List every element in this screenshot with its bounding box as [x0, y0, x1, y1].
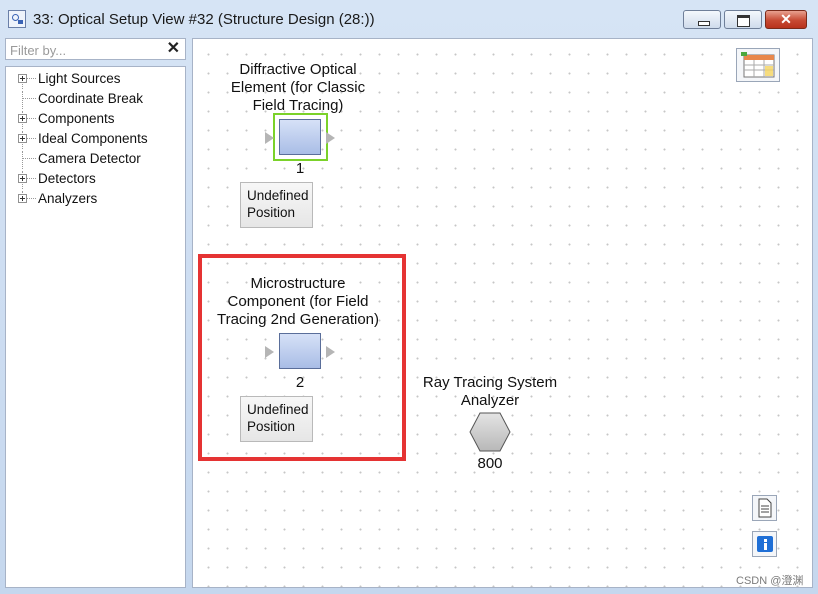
label-line: Element (for Classic	[230, 79, 366, 96]
expand-icon[interactable]	[18, 134, 27, 143]
expand-icon[interactable]	[18, 74, 27, 83]
position-line: Position	[247, 205, 296, 220]
label-line: Analyzer	[460, 392, 520, 409]
table-view-icon	[741, 52, 775, 78]
optical-setup-window: 33: Optical Setup View #32 (Structure De…	[0, 0, 818, 594]
tree-item-label: Ideal Components	[38, 131, 148, 146]
diffractive-optical-element-block[interactable]	[279, 119, 321, 155]
analyzer-number: 800	[477, 455, 503, 472]
tree-connector	[22, 151, 23, 169]
tree-connector	[22, 98, 36, 99]
tree-item-label: Camera Detector	[38, 151, 141, 166]
close-button[interactable]: ✕	[765, 10, 807, 29]
info-icon	[757, 536, 773, 552]
tree-item-label: Components	[38, 111, 115, 126]
tree-item-light-sources[interactable]: Light Sources	[6, 71, 184, 89]
title-bar[interactable]: 33: Optical Setup View #32 (Structure De…	[0, 0, 818, 38]
tree-connector	[27, 78, 36, 79]
maximize-button[interactable]	[724, 10, 762, 29]
tree-connector	[22, 158, 36, 159]
tree-item-coordinate-break[interactable]: Coordinate Break	[6, 91, 184, 109]
input-port-icon[interactable]	[265, 132, 274, 144]
expand-icon[interactable]	[18, 194, 27, 203]
document-icon	[758, 498, 772, 518]
table-view-button[interactable]	[736, 48, 780, 82]
highlight-annotation-box	[198, 254, 406, 461]
tree-item-components[interactable]: Components	[6, 111, 184, 129]
expand-icon[interactable]	[18, 114, 27, 123]
tree-connector	[22, 91, 23, 109]
component-1-label: Diffractive Optical Element (for Classic…	[212, 61, 384, 115]
tree-item-label: Detectors	[38, 171, 96, 186]
close-icon: ✕	[780, 11, 792, 27]
output-port-icon[interactable]	[326, 132, 335, 144]
document-button[interactable]	[752, 495, 777, 521]
tree-connector	[27, 178, 36, 179]
clear-filter-icon[interactable]: ✕	[167, 39, 180, 59]
watermark: CSDN @澄渊	[736, 575, 804, 587]
info-button[interactable]	[752, 531, 777, 557]
component-1-position-box[interactable]: Undefined Position	[240, 182, 313, 228]
tree-item-label: Analyzers	[38, 191, 98, 206]
tree-item-camera-detector[interactable]: Camera Detector	[6, 151, 184, 169]
filter-input[interactable]	[8, 40, 162, 60]
window-title: 33: Optical Setup View #32 (Structure De…	[33, 11, 375, 28]
minimize-icon	[698, 21, 710, 26]
filter-box: ✕	[5, 38, 186, 60]
tree-item-ideal-components[interactable]: Ideal Components	[6, 131, 184, 149]
tree-item-detectors[interactable]: Detectors	[6, 171, 184, 189]
analyzer-label: Ray Tracing System Analyzer	[405, 374, 575, 410]
component-tree: Light Sources Coordinate Break Component…	[5, 66, 186, 588]
component-1-number: 1	[295, 160, 305, 177]
minimize-button[interactable]	[683, 10, 721, 29]
expand-icon[interactable]	[18, 174, 27, 183]
label-line: Ray Tracing System	[422, 374, 558, 391]
maximize-icon	[737, 15, 750, 27]
tree-item-label: Light Sources	[38, 71, 121, 86]
position-line: Undefined	[247, 188, 309, 203]
analyzer-hexagon-icon[interactable]	[469, 412, 511, 452]
tree-connector	[27, 138, 36, 139]
tree-connector	[27, 118, 36, 119]
app-icon	[8, 10, 26, 28]
label-line: Diffractive Optical	[239, 61, 357, 78]
tree-item-label: Coordinate Break	[38, 91, 144, 106]
tree-item-analyzers[interactable]: Analyzers	[6, 191, 184, 209]
tree-connector	[27, 198, 36, 199]
